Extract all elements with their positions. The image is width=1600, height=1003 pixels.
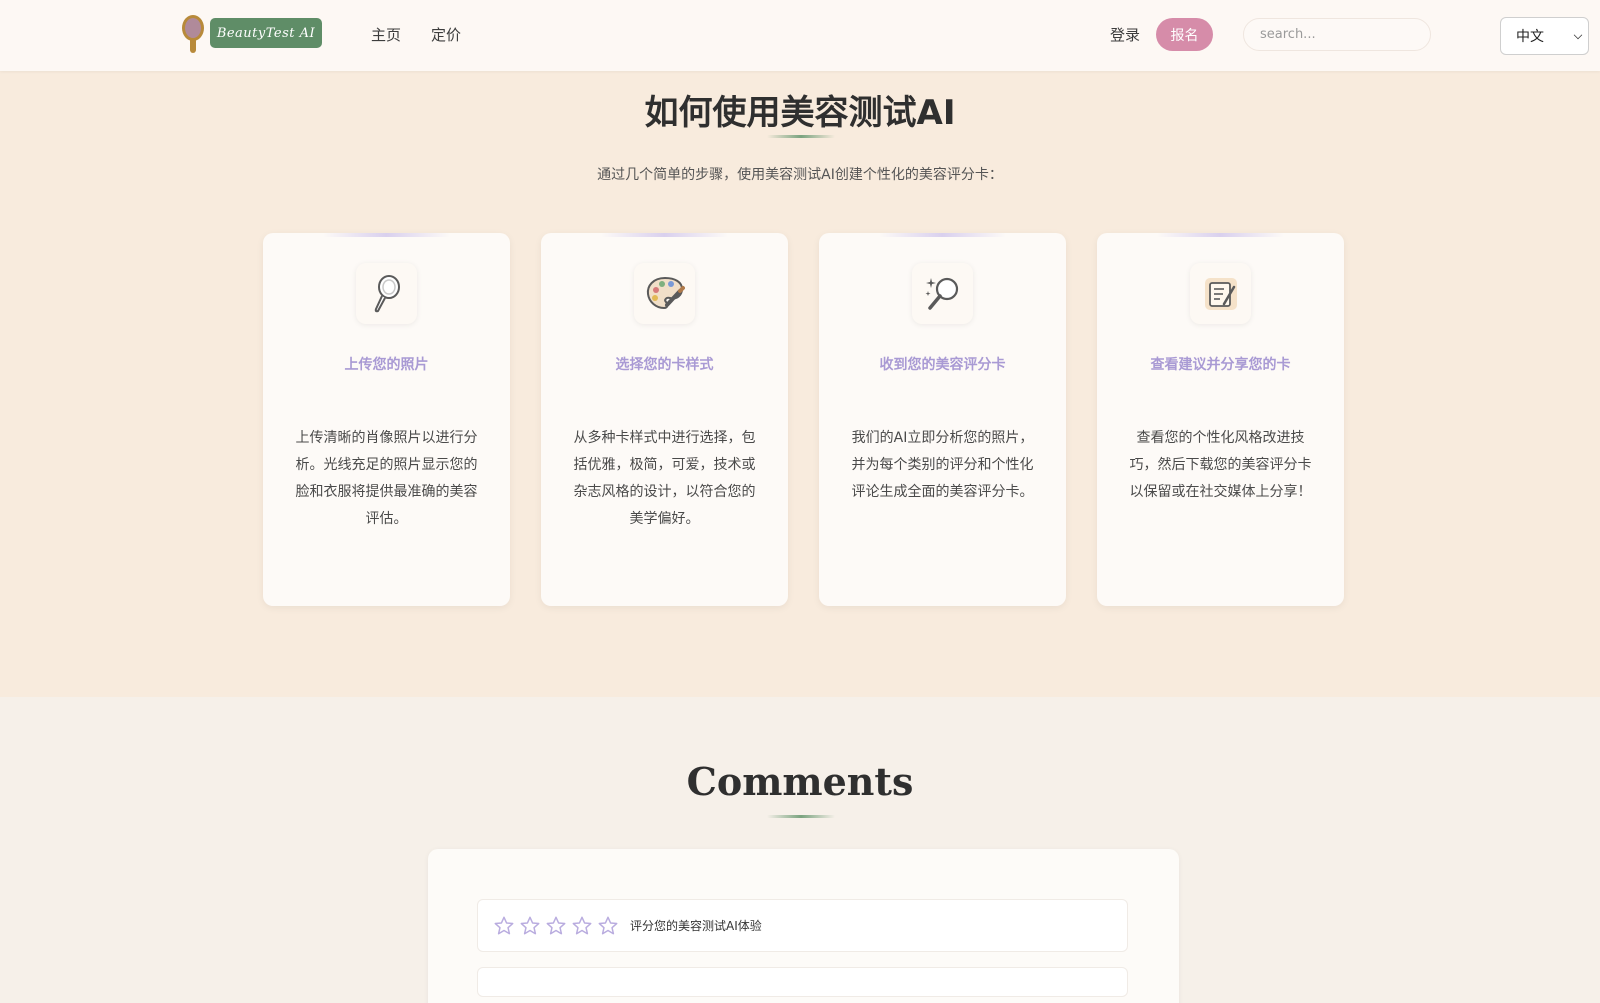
notepad-icon	[1190, 263, 1251, 324]
step-title: 上传您的照片	[344, 357, 429, 373]
step-card-style: 选择您的卡样式 从多种卡样式中进行选择，包括优雅，极简，可爱，技术或杂志风格的设…	[541, 233, 788, 606]
logo-text: BeautyTest AI	[210, 18, 322, 48]
nav-pricing-link[interactable]: 定价	[431, 24, 461, 45]
login-link[interactable]: 登录	[1110, 24, 1140, 45]
title-divider	[767, 135, 835, 138]
language-select[interactable]: 中文	[1500, 17, 1589, 55]
step-card-share: 查看建议并分享您的卡 查看您的个性化风格改进技巧，然后下载您的美容评分卡以保留或…	[1097, 233, 1344, 606]
top-header: BeautyTest AI 主页 定价 登录 报名 中文	[0, 0, 1600, 71]
star-icon[interactable]	[517, 913, 543, 939]
step-description: 查看您的个性化风格改进技巧，然后下载您的美容评分卡以保留或在社交媒体上分享！	[1129, 430, 1312, 500]
step-card-upload: 上传您的照片 上传清晰的肖像照片以进行分析。光线充足的照片显示您的脸和衣服将提供…	[263, 233, 510, 606]
star-icon[interactable]	[543, 913, 569, 939]
step-card-receive: 收到您的美容评分卡 我们的AI立即分析您的照片，并为每个类别的评分和个性化评论生…	[819, 233, 1066, 606]
comments-section: Comments 评分您的美容测试AI体验	[0, 697, 1600, 1003]
star-icon[interactable]	[491, 913, 517, 939]
step-title: 选择您的卡样式	[615, 357, 714, 373]
nav-home-link[interactable]: 主页	[371, 24, 401, 45]
mirror-logo-icon	[180, 13, 206, 53]
comment-input[interactable]	[477, 967, 1128, 997]
step-description: 从多种卡样式中进行选择，包括优雅，极简，可爱，技术或杂志风格的设计，以符合您的美…	[573, 430, 756, 527]
step-description: 我们的AI立即分析您的照片，并为每个类别的评分和个性化评论生成全面的美容评分卡。	[851, 430, 1034, 500]
star-icon[interactable]	[569, 913, 595, 939]
search-input[interactable]	[1243, 18, 1431, 51]
star-icon[interactable]	[595, 913, 621, 939]
comments-title: Comments	[686, 759, 914, 804]
step-description: 上传清晰的肖像照片以进行分析。光线充足的照片显示您的脸和衣服将提供最准确的美容评…	[295, 430, 478, 527]
step-title: 收到您的美容评分卡	[879, 357, 1006, 373]
title-divider	[767, 815, 835, 818]
rating-box: 评分您的美容测试AI体验	[477, 899, 1128, 952]
how-to-subtitle: 通过几个简单的步骤，使用美容测试AI创建个性化的美容评分卡：	[597, 167, 1003, 183]
star-rating[interactable]	[491, 913, 621, 939]
magnifier-sparkle-icon	[912, 263, 973, 324]
chevron-down-icon	[1573, 30, 1583, 40]
rating-label: 评分您的美容测试AI体验	[630, 919, 762, 933]
language-value: 中文	[1516, 29, 1544, 45]
signup-button[interactable]: 报名	[1156, 18, 1213, 51]
how-to-section: 如何使用美容测试AI 通过几个简单的步骤，使用美容测试AI创建个性化的美容评分卡…	[0, 71, 1600, 697]
logo[interactable]: BeautyTest AI	[180, 13, 322, 53]
step-title: 查看建议并分享您的卡	[1150, 357, 1291, 373]
palette-icon	[634, 263, 695, 324]
comment-form: 评分您的美容测试AI体验	[428, 849, 1179, 1003]
how-to-title: 如何使用美容测试AI	[644, 93, 956, 133]
hand-mirror-icon	[356, 263, 417, 324]
